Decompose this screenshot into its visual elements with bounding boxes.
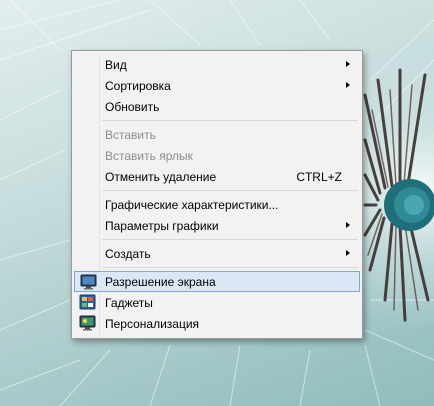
menu-item-graphics-properties[interactable]: Графические характеристики... xyxy=(74,194,360,215)
menu-item-label: Параметры графики xyxy=(105,218,219,233)
menu-item-label: Сортировка xyxy=(105,78,171,93)
menu-item-paste-shortcut[interactable]: Вставить ярлык xyxy=(74,145,360,166)
menu-item-label: Вид xyxy=(105,57,127,72)
menu-item-label: Вставить ярлык xyxy=(105,148,193,163)
menu-item-paste[interactable]: Вставить xyxy=(74,124,360,145)
menu-item-new[interactable]: Создать xyxy=(74,243,360,264)
personalization-icon xyxy=(79,315,96,331)
menu-item-label: Отменить удаление xyxy=(105,169,217,184)
menu-item-label: Графические характеристики... xyxy=(105,197,279,212)
menu-item-label: Гаджеты xyxy=(105,295,153,310)
menu-item-graphics-options[interactable]: Параметры графики xyxy=(74,215,360,236)
menu-item-gadgets[interactable]: Гаджеты xyxy=(74,292,360,313)
submenu-arrow-icon xyxy=(346,61,350,67)
desktop-context-menu: Вид Сортировка Обновить Вставить Вставит… xyxy=(71,50,363,339)
menu-item-screen-resolution[interactable]: Разрешение экрана xyxy=(74,271,360,292)
display-icon xyxy=(80,274,97,290)
submenu-arrow-icon xyxy=(346,222,350,228)
menu-item-view[interactable]: Вид xyxy=(74,54,360,75)
menu-item-shortcut: CTRL+Z xyxy=(296,169,342,184)
gadgets-icon xyxy=(79,294,96,310)
menu-item-label: Вставить xyxy=(105,127,156,142)
menu-item-personalization[interactable]: Персонализация xyxy=(74,313,360,334)
menu-item-undo-delete[interactable]: Отменить удаление CTRL+Z xyxy=(74,166,360,187)
menu-separator xyxy=(102,267,358,268)
menu-item-label: Обновить xyxy=(105,99,160,114)
menu-item-sort[interactable]: Сортировка xyxy=(74,75,360,96)
menu-separator xyxy=(102,120,358,121)
menu-item-refresh[interactable]: Обновить xyxy=(74,96,360,117)
menu-item-label: Создать xyxy=(105,246,151,261)
submenu-arrow-icon xyxy=(346,82,350,88)
menu-separator xyxy=(102,190,358,191)
menu-item-label: Разрешение экрана xyxy=(105,274,216,289)
submenu-arrow-icon xyxy=(346,250,350,256)
menu-item-label: Персонализация xyxy=(105,316,200,331)
menu-separator xyxy=(102,239,358,240)
